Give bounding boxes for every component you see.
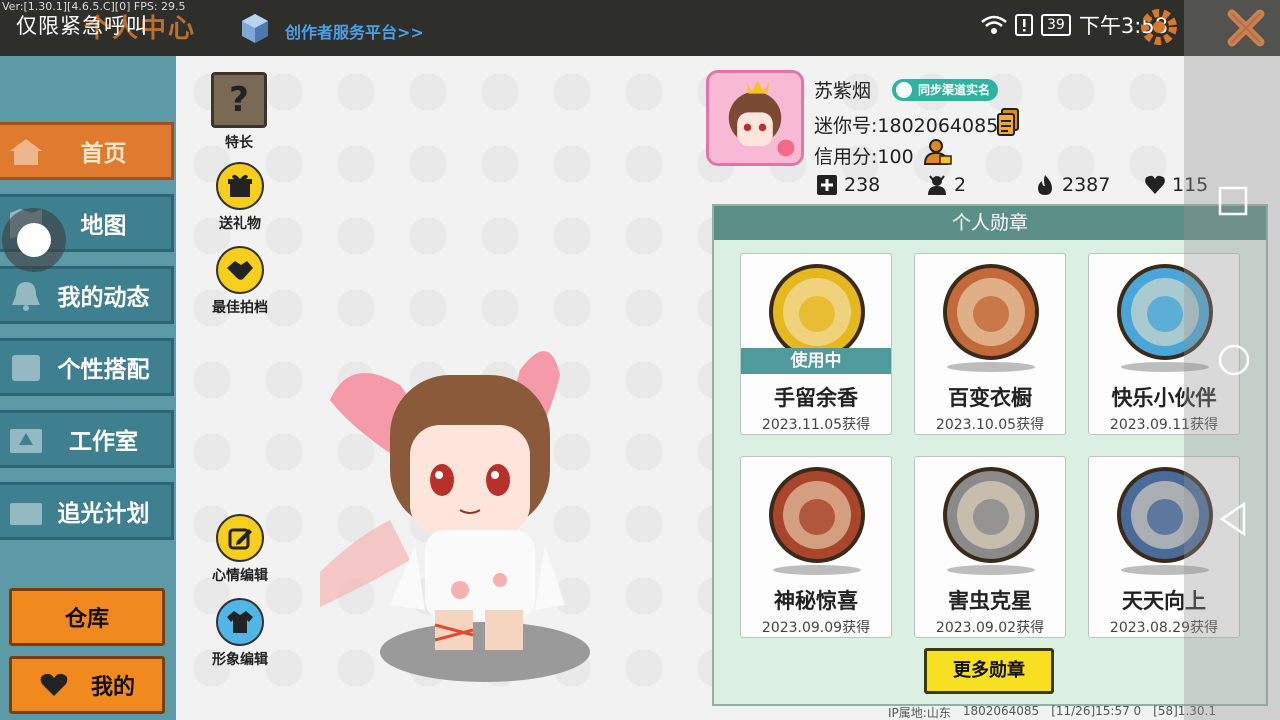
credit-person-icon[interactable]: [924, 138, 952, 166]
nav-item-outfit[interactable]: 个性搭配: [0, 338, 174, 396]
user-name: 苏紫烟: [814, 80, 872, 102]
bottom-info: IP属地:山东 1802064085 [11/26]15:57 0 [58]1.…: [888, 704, 1216, 720]
verify-label: 同步渠道实名: [918, 83, 991, 97]
bell-icon: [12, 282, 40, 311]
home-circle-icon[interactable]: [1218, 344, 1250, 376]
left-nav: 首页 地图 我的动态 个性搭配 工作室 追光计划 仓库 我的: [0, 56, 176, 720]
gift-label: 送礼物: [219, 216, 261, 232]
nav-item-label: 首页: [80, 141, 127, 167]
medal-card[interactable]: 百变衣橱 2023.10.05获得: [914, 253, 1066, 435]
real-name-badge[interactable]: 同步渠道实名: [892, 79, 999, 101]
popularity-stat[interactable]: 2387: [1034, 174, 1110, 196]
studio-icon: [10, 429, 42, 453]
house-icon: [10, 139, 42, 165]
best-partner-label: 最佳拍档: [212, 300, 268, 316]
fans-count: 2: [954, 174, 967, 196]
warehouse-label: 仓库: [64, 607, 109, 632]
medal-icon: [769, 264, 865, 360]
heart-icon: [1145, 175, 1165, 194]
recent-apps-icon[interactable]: [1218, 186, 1248, 216]
copy-icon[interactable]: [996, 108, 1020, 136]
medal-shadow: [947, 362, 1035, 372]
medal-card[interactable]: 害虫克星 2023.09.02获得: [914, 456, 1066, 638]
gift-icon: [216, 162, 264, 210]
gear-icon[interactable]: [1138, 6, 1180, 48]
nav-item-home[interactable]: 首页: [0, 122, 174, 180]
creator-cube-icon[interactable]: [240, 12, 270, 44]
medal-card[interactable]: 神秘惊喜 2023.09.09获得: [740, 456, 892, 638]
handshake-icon: [216, 246, 264, 294]
best-partner-button[interactable]: 最佳拍档: [204, 246, 276, 317]
creator-platform-link[interactable]: 创作者服务平台>>: [285, 19, 424, 43]
nav-item-label: 地图: [80, 213, 127, 239]
medal-name: 害虫克星: [948, 589, 1032, 613]
medal-date: 2023.09.09获得: [761, 620, 871, 636]
character-avatar[interactable]: [320, 330, 600, 700]
nav-item-label: 个性搭配: [57, 357, 150, 383]
medal-name: 手留余香: [774, 386, 858, 410]
mood-edit-button[interactable]: 心情编辑: [204, 514, 276, 585]
floating-assist-button[interactable]: [2, 208, 66, 272]
ip-location: IP属地:山东: [888, 706, 951, 720]
talent-button[interactable]: ? 特长: [203, 72, 275, 152]
medal-name: 百变衣橱: [948, 386, 1032, 410]
fire-icon: [1038, 175, 1052, 195]
image-edit-button[interactable]: 形象编辑: [204, 598, 276, 669]
bottom-uid: 1802064085: [962, 704, 1040, 718]
shirt-icon: [216, 598, 264, 646]
fans-icon: [928, 175, 946, 195]
mood-edit-label: 心情编辑: [212, 568, 268, 584]
medal-date: 2023.11.05获得: [761, 417, 871, 433]
nav-item-label: 追光计划: [57, 501, 150, 527]
light-icon: [10, 503, 42, 525]
system-nav-bar: [1184, 0, 1280, 720]
nav-item-moments[interactable]: 我的动态: [0, 266, 174, 324]
verify-person-icon: [896, 82, 912, 98]
battery-level: 39: [1041, 14, 1071, 36]
nav-item-label: 工作室: [69, 429, 138, 455]
top-bar: 个人中心 Ver:[1.30.1][4.6.5.C][0] FPS: 29.5 …: [0, 0, 1280, 56]
mine-button[interactable]: 我的: [9, 656, 165, 714]
medal-icon: [769, 467, 865, 563]
question-mark-icon: ?: [211, 72, 267, 128]
medal-shadow: [773, 565, 861, 575]
alert-icon: [1015, 14, 1033, 36]
outfit-icon: [12, 355, 40, 381]
profile-avatar[interactable]: [706, 70, 804, 166]
mine-label: 我的: [90, 675, 135, 700]
heart-icon: [40, 673, 68, 696]
talent-label: 特长: [225, 135, 253, 151]
medal-card[interactable]: 使用中手留余香 2023.11.05获得: [740, 253, 892, 435]
bottom-timestamp: [11/26]15:57 0: [1051, 704, 1142, 718]
wifi-icon: [981, 15, 1007, 34]
add-icon: [817, 175, 837, 195]
nav-item-label: 我的动态: [57, 285, 150, 311]
gift-button[interactable]: 送礼物: [204, 162, 276, 233]
credit-score: 信用分:100: [814, 146, 914, 168]
medal-icon: [943, 467, 1039, 563]
medal-date: 2023.09.02获得: [935, 620, 1045, 636]
in-use-badge: 使用中: [741, 348, 891, 374]
medal-icon: [943, 264, 1039, 360]
medal-name: 神秘惊喜: [774, 589, 858, 613]
mini-id: 迷你号:1802064085: [814, 115, 999, 137]
nav-item-studio[interactable]: 工作室: [0, 410, 174, 468]
edit-icon: [216, 514, 264, 562]
more-medals-button[interactable]: 更多勋章: [924, 648, 1054, 694]
emergency-call-text: 仅限紧急呼叫: [16, 14, 148, 38]
fans-stat[interactable]: 2: [926, 174, 966, 196]
nav-item-light-plan[interactable]: 追光计划: [0, 482, 174, 540]
warehouse-button[interactable]: 仓库: [9, 588, 165, 646]
medal-date: 2023.10.05获得: [935, 417, 1045, 433]
add-count: 238: [844, 174, 881, 196]
popularity-count: 2387: [1062, 174, 1111, 196]
image-edit-label: 形象编辑: [212, 652, 268, 668]
add-friend-stat[interactable]: 238: [816, 174, 880, 196]
back-triangle-icon[interactable]: [1218, 502, 1248, 536]
medal-shadow: [947, 565, 1035, 575]
